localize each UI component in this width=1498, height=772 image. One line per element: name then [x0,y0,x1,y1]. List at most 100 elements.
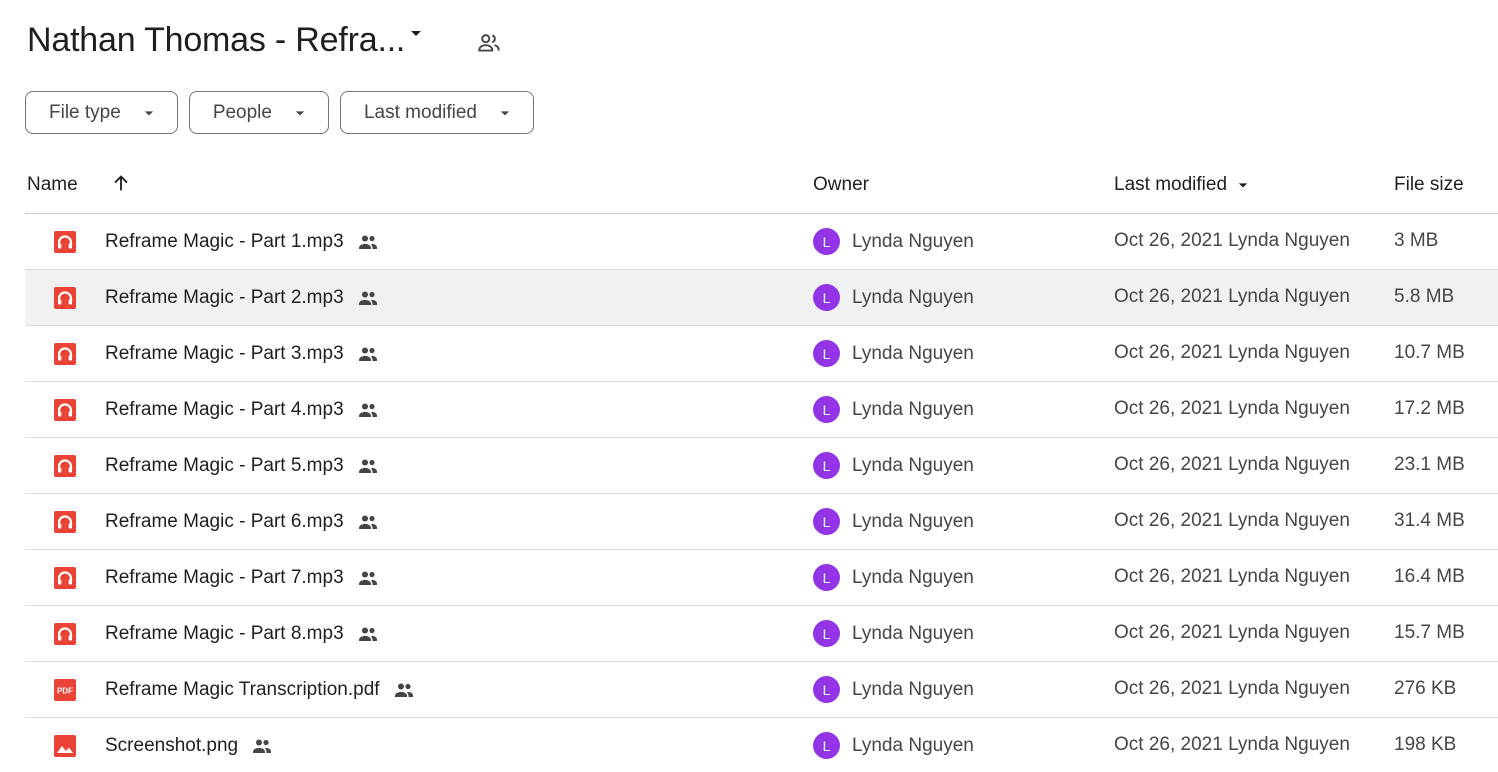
column-header-owner[interactable]: Owner [813,174,869,196]
last-modified-filter[interactable]: Last modified [339,91,534,134]
file-name[interactable]: Reframe Magic - Part 1.mp3 [105,230,380,254]
people-icon [356,510,380,534]
owner-name: Lynda Nguyen [852,342,974,364]
file-name[interactable]: Reframe Magic Transcription.pdf [105,678,416,702]
file-name[interactable]: Reframe Magic - Part 6.mp3 [105,510,380,534]
column-header-last-modified[interactable]: Last modified [1114,174,1253,196]
avatar[interactable]: L [813,228,840,255]
file-name[interactable]: Reframe Magic - Part 4.mp3 [105,398,380,422]
people-icon [356,342,380,366]
avatar[interactable]: L [813,676,840,703]
pdf-file-icon: PDF [54,679,76,701]
owner-name: Lynda Nguyen [852,734,974,756]
last-modified-cell: Oct 26, 2021 Lynda Nguyen [1114,566,1350,587]
avatar[interactable]: L [813,452,840,479]
audio-file-icon [54,343,76,365]
file-name[interactable]: Reframe Magic - Part 7.mp3 [105,566,380,590]
table-row[interactable]: Reframe Magic - Part 4.mp3 L Lynda Nguye… [25,382,1498,438]
people-icon [356,454,380,478]
owner-cell: L Lynda Nguyen [813,508,974,535]
audio-file-icon [54,287,76,309]
file-size-cell: 31.4 MB [1394,510,1465,531]
last-modified-cell: Oct 26, 2021 Lynda Nguyen [1114,230,1350,251]
audio-file-icon [54,399,76,421]
column-header-name[interactable]: Name [27,174,78,196]
table-header: Name Owner Last modified File size [25,160,1498,214]
file-name[interactable]: Reframe Magic - Part 8.mp3 [105,622,380,646]
owner-name: Lynda Nguyen [852,230,974,252]
owner-cell: L Lynda Nguyen [813,620,974,647]
file-name-text: Reframe Magic - Part 3.mp3 [105,343,344,364]
file-size-cell: 276 KB [1394,678,1457,699]
avatar[interactable]: L [813,508,840,535]
table-row[interactable]: Reframe Magic - Part 5.mp3 L Lynda Nguye… [25,438,1498,494]
people-filter[interactable]: People [188,91,329,134]
file-name[interactable]: Reframe Magic - Part 2.mp3 [105,286,380,310]
owner-cell: L Lynda Nguyen [813,228,974,255]
people-icon [392,678,416,702]
owner-name: Lynda Nguyen [852,566,974,588]
last-modified-cell: Oct 26, 2021 Lynda Nguyen [1114,342,1350,363]
owner-cell: L Lynda Nguyen [813,676,974,703]
table-row[interactable]: Reframe Magic - Part 2.mp3 L Lynda Nguye… [25,270,1498,326]
owner-cell: L Lynda Nguyen [813,732,974,759]
owner-name: Lynda Nguyen [852,678,974,700]
avatar[interactable]: L [813,284,840,311]
people-icon [250,734,274,758]
file-size-cell: 10.7 MB [1394,342,1465,363]
table-row[interactable]: Reframe Magic - Part 1.mp3 L Lynda Nguye… [25,214,1498,270]
avatar[interactable]: L [813,340,840,367]
people-icon [356,230,380,254]
file-size-cell: 198 KB [1394,734,1457,755]
file-size-cell: 16.4 MB [1394,566,1465,587]
people-icon [356,566,380,590]
people-icon [356,622,380,646]
owner-name: Lynda Nguyen [852,286,974,308]
file-name-text: Screenshot.png [105,735,239,756]
file-size-cell: 23.1 MB [1394,454,1465,475]
folder-menu-dropdown-icon[interactable] [402,19,430,47]
arrow-upward-icon[interactable] [110,172,132,200]
avatar[interactable]: L [813,732,840,759]
file-name-text: Reframe Magic - Part 8.mp3 [105,623,344,644]
svg-text:PDF: PDF [57,687,73,696]
folder-title[interactable]: Nathan Thomas - Refra... [27,21,405,60]
file-name[interactable]: Screenshot.png [105,734,274,758]
file-name-text: Reframe Magic - Part 6.mp3 [105,511,344,532]
file-name-text: Reframe Magic - Part 4.mp3 [105,399,344,420]
avatar[interactable]: L [813,620,840,647]
sort-descending-icon[interactable] [1233,175,1253,195]
audio-file-icon [54,511,76,533]
owner-name: Lynda Nguyen [852,398,974,420]
column-header-last-modified-label: Last modified [1114,174,1228,195]
file-name-text: Reframe Magic - Part 7.mp3 [105,567,344,588]
last-modified-cell: Oct 26, 2021 Lynda Nguyen [1114,622,1350,643]
table-row[interactable]: PDF Reframe Magic Transcription.pdf L Ly… [25,662,1498,718]
column-header-file-size[interactable]: File size [1394,174,1464,196]
file-type-filter[interactable]: File type [25,91,178,134]
file-size-cell: 3 MB [1394,230,1439,251]
file-name[interactable]: Reframe Magic - Part 5.mp3 [105,454,380,478]
file-name-text: Reframe Magic Transcription.pdf [105,679,380,700]
avatar[interactable]: L [813,564,840,591]
drive-folder-view: Nathan Thomas - Refra... File type Peopl… [0,0,1498,772]
avatar[interactable]: L [813,396,840,423]
file-list: Reframe Magic - Part 1.mp3 L Lynda Nguye… [25,214,1498,772]
chevron-down-icon [290,103,310,123]
table-row[interactable]: Screenshot.png L Lynda Nguyen Oct 26, 20… [25,718,1498,772]
owner-cell: L Lynda Nguyen [813,284,974,311]
file-name-text: Reframe Magic - Part 2.mp3 [105,287,344,308]
table-row[interactable]: Reframe Magic - Part 3.mp3 L Lynda Nguye… [25,326,1498,382]
file-size-cell: 15.7 MB [1394,622,1465,643]
table-row[interactable]: Reframe Magic - Part 6.mp3 L Lynda Nguye… [25,494,1498,550]
folder-title-bar: Nathan Thomas - Refra... [27,18,405,62]
audio-file-icon [54,455,76,477]
file-name[interactable]: Reframe Magic - Part 3.mp3 [105,342,380,366]
chevron-down-icon [495,103,515,123]
people-icon [356,286,380,310]
last-modified-cell: Oct 26, 2021 Lynda Nguyen [1114,398,1350,419]
shared-folder-icon[interactable] [473,27,505,59]
audio-file-icon [54,231,76,253]
table-row[interactable]: Reframe Magic - Part 7.mp3 L Lynda Nguye… [25,550,1498,606]
table-row[interactable]: Reframe Magic - Part 8.mp3 L Lynda Nguye… [25,606,1498,662]
